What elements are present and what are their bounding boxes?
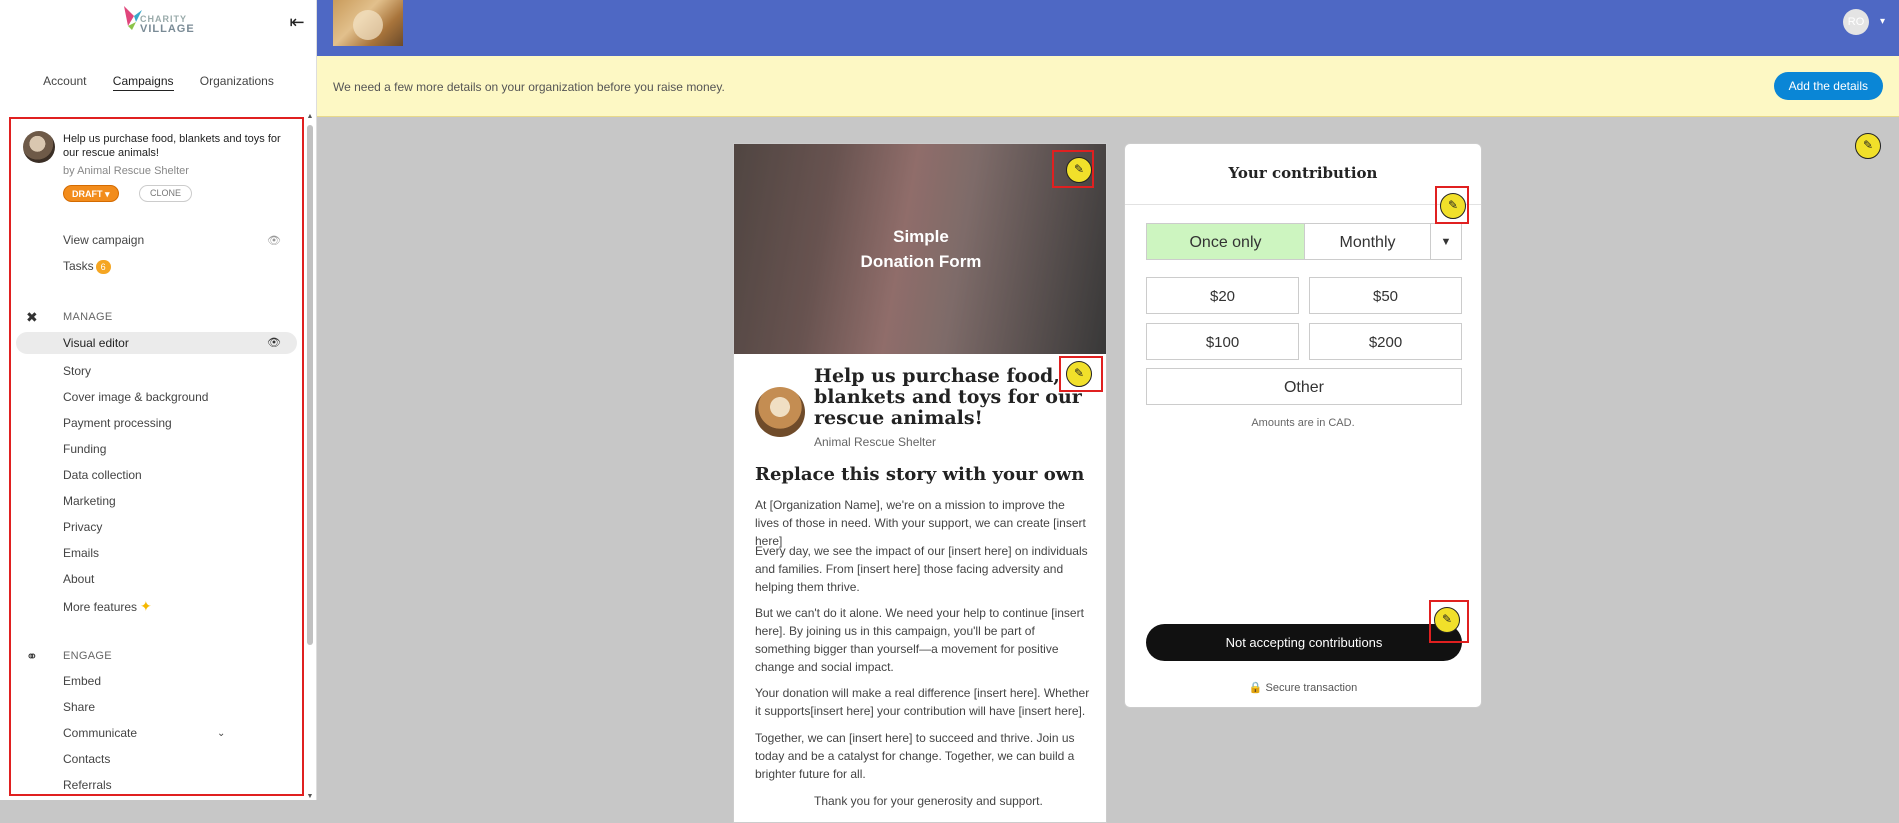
sidebar-item-cover-image[interactable]: Cover image & background (63, 390, 208, 404)
frequency-selector: Once only Monthly ▼ (1146, 223, 1462, 260)
pencil-icon: ✎ (1073, 366, 1085, 380)
sidebar-item-referrals[interactable]: Referrals (63, 778, 112, 792)
sidebar: CHARITY VILLAGE ⇤ Account Campaigns Orga… (0, 0, 317, 800)
engage-header: ENGAGE (63, 650, 112, 662)
once-only-option[interactable]: Once only (1146, 223, 1305, 260)
view-campaign-link[interactable]: View campaign (63, 233, 144, 247)
sidebar-item-emails[interactable]: Emails (63, 546, 99, 560)
clone-button[interactable]: CLONE (139, 185, 193, 202)
lock-icon: 🔒 (1248, 682, 1263, 694)
edit-contribution-button[interactable]: ✎ (1440, 193, 1466, 219)
amount-option[interactable]: $50 (1309, 277, 1462, 314)
pencil-icon: ✎ (1441, 612, 1453, 626)
tab-organizations[interactable]: Organizations (200, 72, 274, 91)
story-heading: Replace this story with your own (755, 464, 1085, 485)
edit-title-button[interactable]: ✎ (1066, 361, 1092, 387)
edit-cta-button[interactable]: ✎ (1434, 607, 1460, 633)
sidebar-item-communicate[interactable]: Communicate (63, 726, 137, 740)
amount-option[interactable]: $200 (1309, 323, 1462, 360)
story-paragraph: Your donation will make a real differenc… (755, 686, 1090, 718)
story-paragraph: But we can't do it alone. We need your h… (755, 606, 1084, 674)
hero-text-line2: Donation Form (860, 252, 982, 271)
tools-icon: ✖ (26, 309, 38, 325)
caret-down-icon: ▾ (105, 189, 110, 199)
monthly-option[interactable]: Monthly (1305, 223, 1431, 260)
notice-text: We need a few more details on your organ… (333, 80, 725, 94)
tab-campaigns[interactable]: Campaigns (112, 72, 174, 91)
campaign-avatar (23, 131, 55, 163)
story-paragraph: Every day, we see the impact of our [ins… (755, 544, 1088, 594)
campaign-preview-card: Simple Donation Form Help us purchase fo… (733, 143, 1107, 823)
contribution-title: Your contribution (1228, 164, 1378, 182)
campaign-nav-panel: Help us purchase food, blankets and toys… (9, 117, 304, 796)
sidebar-item-privacy[interactable]: Privacy (63, 520, 102, 534)
add-details-button[interactable]: Add the details (1773, 72, 1883, 100)
tasks-link[interactable]: Tasks 6 (63, 259, 111, 274)
currency-note: Amounts are in CAD. (1251, 417, 1355, 429)
organization-avatar (755, 387, 805, 437)
amount-option[interactable]: $20 (1146, 277, 1299, 314)
sidebar-item-share[interactable]: Share (63, 700, 95, 714)
other-amount-option[interactable]: Other (1146, 368, 1462, 405)
campaign-heading: Help us purchase food, blankets and toys… (814, 365, 1082, 429)
tasks-count-badge: 6 (95, 259, 111, 274)
campaign-title: Help us purchase food, blankets and toys… (63, 133, 281, 159)
frequency-dropdown[interactable]: ▼ (1431, 223, 1462, 260)
sidebar-item-story[interactable]: Story (63, 364, 91, 378)
organization-name: Animal Rescue Shelter (814, 435, 937, 449)
campaign-owner: by Animal Rescue Shelter (63, 165, 189, 177)
eye-icon[interactable]: 👁 (267, 234, 281, 247)
chevron-down-icon[interactable]: ⌄ (217, 728, 225, 739)
sidebar-item-more-features[interactable]: More features ✦ (63, 598, 152, 615)
sidebar-item-marketing[interactable]: Marketing (63, 494, 116, 508)
secure-transaction: 🔒 Secure transaction (1125, 681, 1481, 694)
pencil-icon: ✎ (1447, 198, 1459, 212)
not-accepting-contributions-button[interactable]: Not accepting contributions (1146, 624, 1462, 661)
share-network-icon: ⚭ (26, 648, 38, 664)
sidebar-item-funding[interactable]: Funding (63, 442, 106, 456)
sidebar-item-visual-editor[interactable]: Visual editor (16, 332, 297, 354)
more-features-label: More features (63, 600, 138, 614)
sidebar-item-about[interactable]: About (63, 572, 94, 586)
collapse-sidebar-icon[interactable]: ⇤ (286, 12, 308, 32)
scrollbar-thumb[interactable] (307, 125, 313, 645)
status-label: DRAFT (72, 189, 103, 199)
pencil-icon: ✎ (1862, 138, 1874, 152)
edit-page-button[interactable]: ✎ (1855, 133, 1881, 159)
sparkle-icon: ✦ (140, 598, 152, 614)
edit-hero-button[interactable]: ✎ (1066, 157, 1092, 183)
sidebar-item-embed[interactable]: Embed (63, 674, 101, 688)
secure-label: Secure transaction (1265, 682, 1358, 694)
user-avatar[interactable]: RO (1843, 9, 1869, 35)
hero-text-line1: Simple (893, 227, 949, 246)
charity-village-logo[interactable]: CHARITY VILLAGE (118, 4, 198, 42)
sidebar-scrollbar[interactable]: ▲ ▼ (306, 113, 314, 800)
pencil-icon: ✎ (1073, 162, 1085, 176)
notice-banner: We need a few more details on your organ… (317, 56, 1899, 117)
campaign-thumbnail (333, 0, 403, 46)
sidebar-item-payment-processing[interactable]: Payment processing (63, 416, 172, 430)
story-paragraph: Together, we can [insert here] to succee… (755, 731, 1075, 781)
logo-line2: VILLAGE (140, 23, 195, 35)
sidebar-item-data-collection[interactable]: Data collection (63, 468, 142, 482)
caret-down-icon: ▼ (1440, 236, 1452, 248)
status-badge[interactable]: DRAFT ▾ (63, 185, 119, 202)
sidebar-item-contacts[interactable]: Contacts (63, 752, 110, 766)
manage-header: MANAGE (63, 311, 113, 323)
sidebar-tabs: Account Campaigns Organizations (0, 72, 317, 91)
scroll-up-icon[interactable]: ▲ (306, 113, 314, 120)
story-paragraph: Thank you for your generosity and suppor… (814, 794, 1043, 808)
divider (1125, 204, 1481, 205)
tasks-label: Tasks (63, 259, 94, 273)
caret-down-icon[interactable]: ▾ (1880, 16, 1885, 27)
eye-icon[interactable]: 👁 (267, 336, 281, 349)
top-header: RO ▾ (317, 0, 1899, 56)
scroll-down-icon[interactable]: ▼ (306, 793, 314, 800)
tab-account[interactable]: Account (43, 72, 86, 91)
amount-option[interactable]: $100 (1146, 323, 1299, 360)
